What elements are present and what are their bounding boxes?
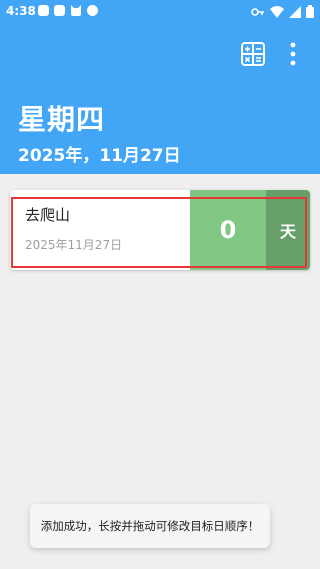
current-date: 2025年，11月27日 xyxy=(18,146,181,166)
event-date: 2025年11月27日 xyxy=(25,238,123,252)
calculator-icon xyxy=(241,42,265,66)
calculator-button[interactable] xyxy=(237,38,269,70)
notification-icon xyxy=(54,5,65,16)
toast-message: 添加成功，长按并拖动可修改目标日顺序！ xyxy=(30,504,270,548)
more-vert-icon xyxy=(290,42,296,66)
wifi-icon xyxy=(270,5,284,18)
more-options-button[interactable] xyxy=(277,38,309,70)
system-icons xyxy=(251,5,314,18)
event-title: 去爬山 xyxy=(25,206,71,224)
day-of-week: 星期四 xyxy=(18,103,106,136)
notification-icon xyxy=(87,5,98,16)
days-unit: 天 xyxy=(266,190,310,270)
event-card[interactable]: 去爬山 2025年11月27日 0 天 xyxy=(10,190,310,270)
app-header: 星期四 2025年，11月27日 xyxy=(0,24,320,174)
signal-icon xyxy=(289,5,301,18)
notification-icons xyxy=(38,5,98,16)
battery-icon xyxy=(306,5,314,18)
notification-icon xyxy=(38,5,49,16)
cat-icon xyxy=(71,5,81,16)
status-bar: 4:38 xyxy=(0,0,320,24)
days-count: 0 xyxy=(190,190,266,270)
vpn-key-icon xyxy=(251,7,264,16)
status-time: 4:38 xyxy=(6,4,36,18)
